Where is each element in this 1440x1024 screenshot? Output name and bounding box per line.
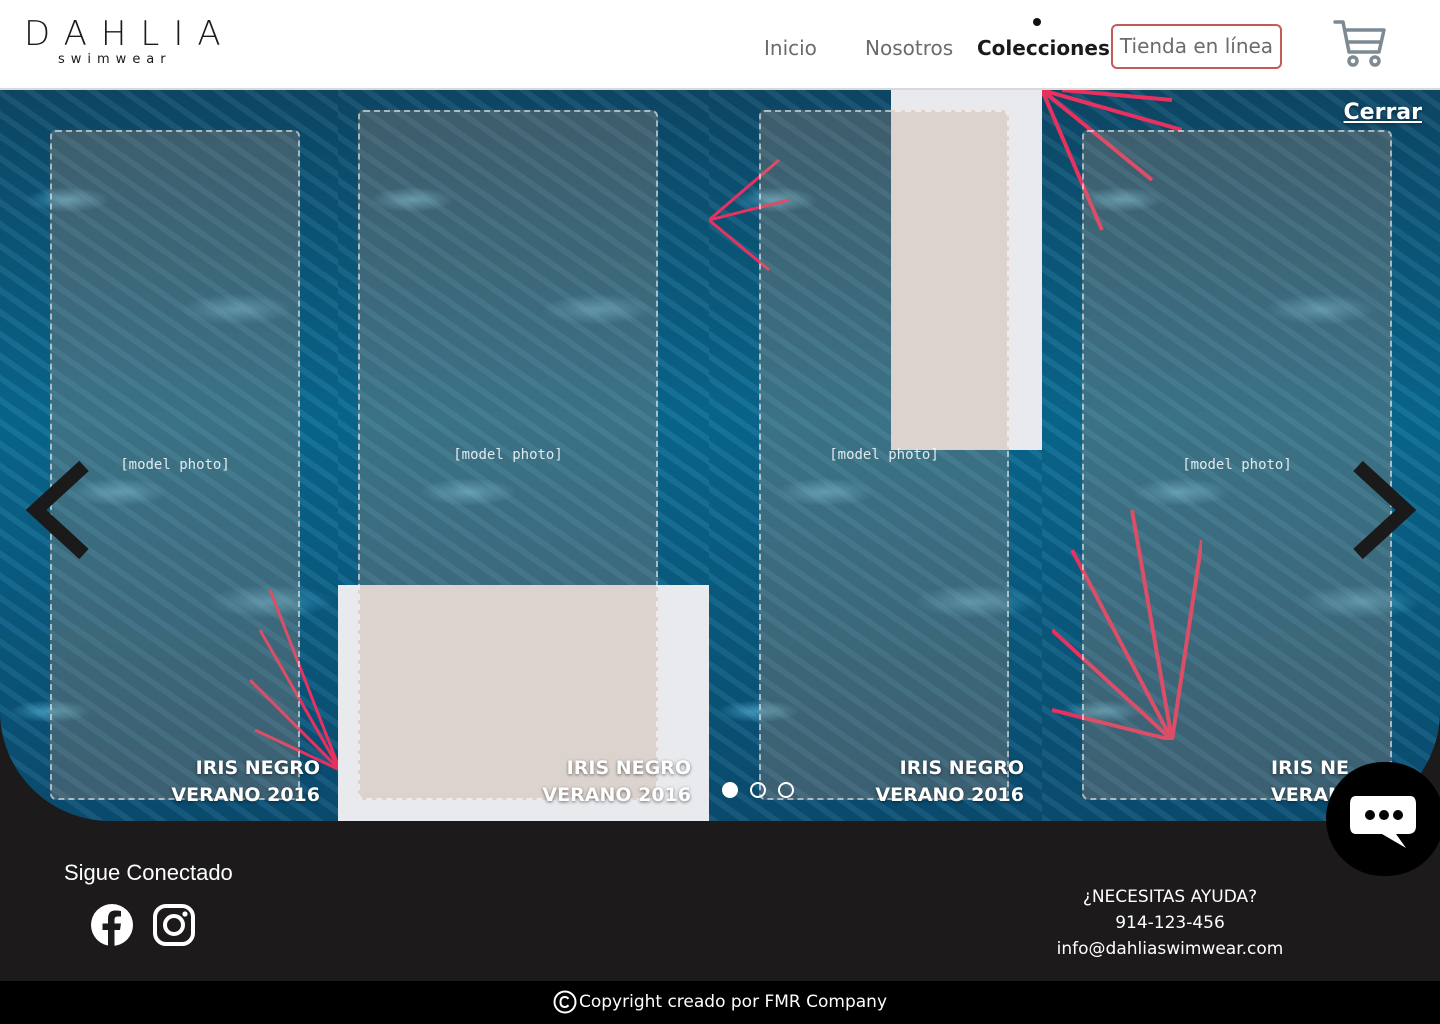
nav-button-tienda[interactable]: Tienda en línea (1111, 24, 1282, 69)
slide-caption: IRIS NEGRO VERANO 2016 (171, 757, 320, 806)
model-photo: [model photo] (1082, 130, 1392, 800)
site-header: DAHLIA swimwear Inicio Nosotros Coleccio… (0, 0, 1440, 90)
instagram-icon[interactable] (151, 902, 197, 948)
brand-tagline: swimwear (58, 52, 172, 67)
help-title: ¿NECESITAS AYUDA? (1082, 887, 1258, 907)
model-photo: [model photo] (358, 110, 658, 800)
copyright-text: Copyright creado por FMR Company (578, 992, 888, 1012)
footer-follow-title: Sigue Conectado (64, 860, 233, 885)
brand-logo[interactable]: DAHLIA swimwear (24, 14, 235, 67)
help-phone[interactable]: 914-123-456 (1040, 910, 1300, 936)
nav-item-inicio[interactable]: Inicio (764, 34, 817, 62)
pagination-dot-2[interactable] (750, 782, 766, 798)
gallery-slide-3[interactable]: [model photo] IRIS NEGRO VERANO 2016 (709, 90, 1042, 821)
copyright-icon (553, 990, 577, 1014)
nav-item-nosotros[interactable]: Nosotros (865, 34, 953, 62)
pagination-dot-1[interactable] (722, 782, 738, 798)
gallery-slide-2[interactable]: [model photo] IRIS NEGRO VERANO 2016 (338, 90, 709, 821)
carousel-pagination (722, 782, 794, 798)
chat-bubble-icon (1350, 796, 1416, 848)
pagination-dot-3[interactable] (778, 782, 794, 798)
nav-item-colecciones[interactable]: Colecciones (977, 34, 1110, 62)
brand-name: DAHLIA (24, 14, 235, 54)
help-email[interactable]: info@dahliaswimwear.com (1040, 936, 1300, 962)
model-photo: [model photo] (759, 110, 1009, 800)
close-gallery-link[interactable]: Cerrar (1344, 100, 1422, 125)
chat-button[interactable] (1326, 762, 1440, 876)
help-contact-block: ¿NECESITAS AYUDA? 914-123-456 info@dahli… (1040, 884, 1300, 962)
chevron-left-icon[interactable] (22, 460, 92, 560)
active-nav-indicator (1033, 18, 1041, 26)
gallery-slide-1[interactable]: [model photo] IRIS NEGRO VERANO 2016 (0, 90, 338, 821)
facebook-icon[interactable] (89, 902, 135, 948)
slide-caption: IRIS NEGRO VERANO 2016 (542, 757, 691, 806)
chevron-right-icon[interactable] (1350, 460, 1420, 560)
gallery-slide-4[interactable]: [model photo] IRIS NE VERAN (1042, 90, 1440, 821)
copyright-bar: Copyright creado por FMR Company (0, 981, 1440, 1024)
collection-gallery: [model photo] IRIS NEGRO VERANO 2016 [mo… (0, 90, 1440, 821)
shopping-cart-icon[interactable] (1332, 18, 1386, 68)
slide-caption: IRIS NEGRO VERANO 2016 (875, 757, 1024, 806)
